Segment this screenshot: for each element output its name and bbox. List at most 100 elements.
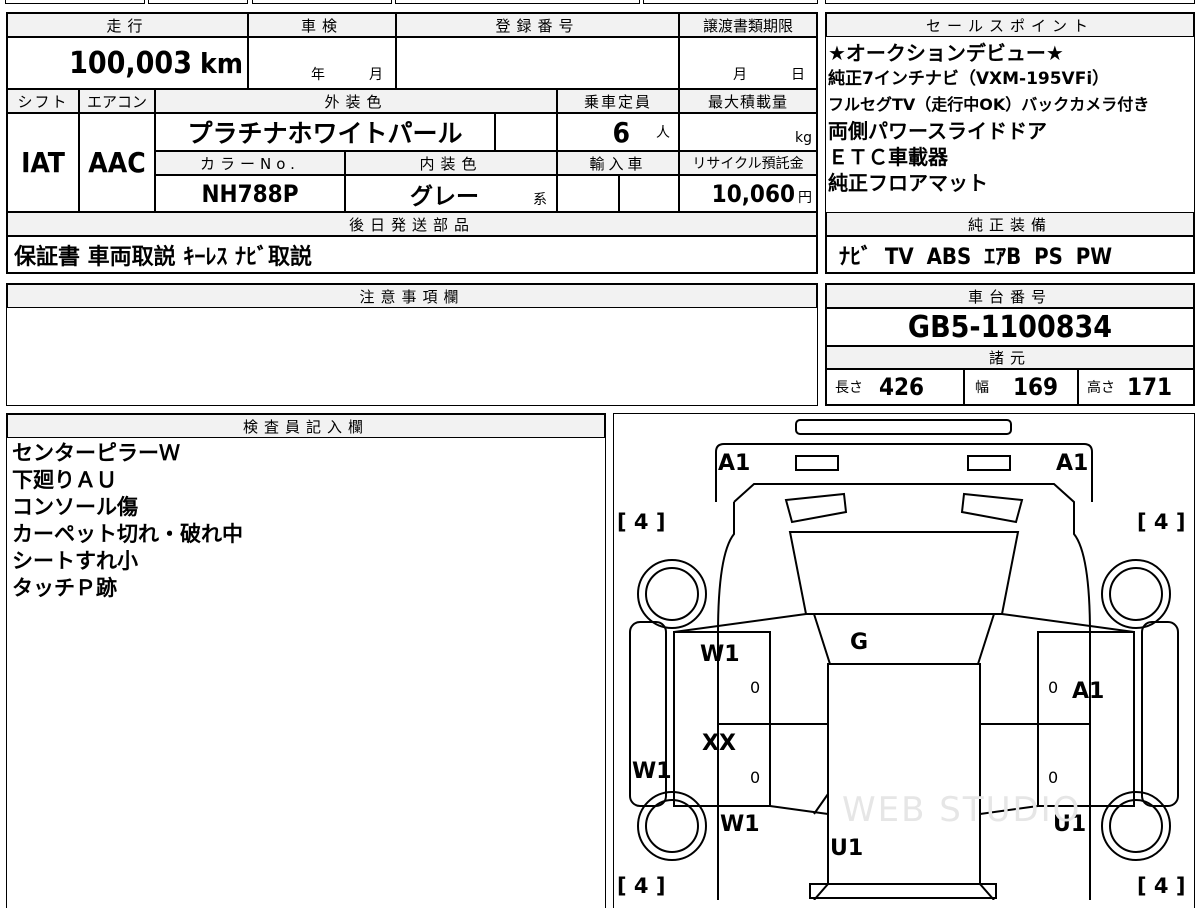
height-value: 171 — [1127, 373, 1173, 401]
inspector-header: 検査員記入欄 — [7, 414, 605, 438]
right-rear-door-zero: 0 — [1048, 768, 1059, 787]
sales-points-list: ★オークションデビュー★ 純正7インチナビ（VXM-195VFi） フルセグTV… — [828, 40, 1192, 212]
tire-rr-label: [ 4 ] — [1137, 874, 1186, 898]
chassis-header: 車台番号 — [826, 284, 1194, 308]
registration-cell — [396, 37, 679, 89]
color-no-header: カラーNo. — [155, 151, 345, 175]
front-bumper-shape — [795, 419, 1012, 435]
height-cell: 高さ 171 — [1078, 369, 1194, 405]
length-cell: 長さ 426 — [826, 369, 964, 405]
right-front-door-zero: 0 — [1048, 678, 1059, 697]
left-rear-door-zero: 0 — [750, 768, 761, 787]
notes-header: 注意事項欄 — [7, 284, 817, 308]
left-wiper-shape — [784, 492, 848, 524]
rear-left-tire-shape — [637, 791, 707, 861]
mileage-cell: 100,003 km — [7, 37, 248, 89]
sales-points-header: セールスポイント — [826, 13, 1194, 37]
recycle-unit: 円 — [798, 189, 812, 206]
color-no-value: NH788P — [201, 179, 299, 208]
glass-damage-label: G — [850, 630, 869, 655]
rear-bumper-shape — [809, 883, 997, 899]
inspection-header: 車検 — [248, 13, 396, 37]
recycle-value: 10,060 — [711, 179, 795, 208]
max-load-cell: kg — [679, 113, 817, 151]
width-label: 幅 — [975, 380, 989, 396]
aircon-value: AAC — [88, 146, 146, 179]
length-value: 426 — [879, 373, 925, 401]
aircon-header: エアコン — [79, 89, 155, 113]
shift-header: シフト — [7, 89, 79, 113]
exterior-color-header: 外装色 — [155, 89, 557, 113]
length-label: 長さ — [835, 380, 863, 396]
left-front-door-label: W1 — [700, 642, 740, 667]
sales-point-item: ＥＴＣ車載器 — [828, 145, 948, 169]
deadline-day-unit: 日 — [791, 67, 805, 83]
interior-color-cell: グレー 系 — [345, 175, 557, 212]
aircon-cell: AAC — [79, 113, 155, 212]
inspection-cell: 年 月 — [248, 37, 396, 89]
rear-floor-label: U1 — [830, 836, 864, 861]
sales-point-item: 両側パワースライドドア — [828, 119, 1047, 143]
height-label: 高さ — [1087, 380, 1115, 396]
top-strip — [0, 0, 1200, 8]
watermark: WEB STUDIO — [842, 790, 1082, 830]
exterior-color-value: プラチナホワイトパール — [187, 119, 463, 148]
parts-later-header: 後日発送部品 — [7, 212, 817, 236]
transfer-deadline-header: 譲渡書類期限 — [679, 13, 817, 37]
parts-later-value: 保証書 車両取説 ｷｰﾚｽ ﾅﾋﾞ取説 — [14, 244, 312, 270]
right-side-skirt-shape — [1141, 621, 1179, 807]
tire-rl-value: 4 — [633, 874, 649, 898]
front-left-damage-label: A1 — [718, 451, 751, 476]
mileage-header: 走行 — [7, 13, 248, 37]
sales-point-item: 純正7インチナビ（VXM-195VFi） — [828, 69, 1110, 89]
inspector-notes-list: センターピラーＷ 下廻りＡＵ コンソール傷 カーペット切れ・破れ中 シートすれ小… — [12, 440, 602, 602]
glass-area-shape — [812, 613, 996, 665]
right-headlight-shape — [967, 455, 1011, 471]
registration-header: 登録番号 — [396, 13, 679, 37]
specs-header: 諸元 — [826, 346, 1194, 369]
import-header: 輸入車 — [557, 151, 679, 175]
mileage-value: 100,003 — [69, 45, 192, 81]
inspector-note: センターピラーＷ — [12, 441, 180, 465]
inspector-note: カーペット切れ・破れ中 — [12, 522, 243, 546]
left-headlight-shape — [795, 455, 839, 471]
front-right-tire-shape — [1101, 559, 1171, 629]
right-wiper-shape — [960, 492, 1024, 524]
inspector-note: コンソール傷 — [12, 495, 138, 519]
chassis-cell: GB5-1100834 — [826, 308, 1194, 346]
capacity-unit: 人 — [656, 125, 670, 141]
parts-later-cell: 保証書 車両取説 ｷｰﾚｽ ﾅﾋﾞ取説 — [7, 236, 817, 273]
width-cell: 幅 169 — [964, 369, 1078, 405]
tire-rl-label: [ 4 ] — [617, 874, 666, 898]
oem-equipment-cell: ﾅﾋﾞ TV ABS ｴｱB PS PW — [826, 236, 1194, 273]
import-cell-b — [619, 175, 679, 212]
inspector-note: タッチＰ跡 — [12, 576, 117, 600]
mileage-unit: km — [200, 46, 243, 80]
rear-right-tire-shape — [1101, 791, 1171, 861]
recycle-header: リサイクル預託金 — [679, 151, 817, 175]
oem-equipment-value: ﾅﾋﾞ TV ABS ｴｱB PS PW — [839, 244, 1113, 270]
front-right-damage-label: A1 — [1056, 451, 1089, 476]
import-cell-a — [557, 175, 619, 212]
exterior-color-cell: プラチナホワイトパール — [155, 113, 495, 151]
sales-point-item: 純正フロアマット — [828, 171, 988, 195]
inspection-year-unit: 年 — [311, 67, 325, 83]
transfer-deadline-cell: 月 日 — [679, 37, 817, 89]
color-no-cell: NH788P — [155, 175, 345, 212]
oem-equipment-header: 純正装備 — [826, 212, 1194, 236]
interior-color-value: グレー — [410, 183, 479, 210]
chassis-value: GB5-1100834 — [907, 309, 1113, 345]
interior-color-suffix: 系 — [533, 191, 547, 208]
max-load-header: 最大積載量 — [679, 89, 817, 113]
left-rear-door-label: XX — [702, 731, 736, 756]
front-left-tire-shape — [637, 559, 707, 629]
deadline-month-unit: 月 — [733, 67, 747, 83]
inspector-note: 下廻りＡＵ — [12, 468, 117, 492]
capacity-header: 乗車定員 — [557, 89, 679, 113]
sales-point-item: フルセグTV（走行中OK）バックカメラ付き — [828, 95, 1150, 114]
inspection-month-unit: 月 — [369, 67, 383, 83]
exterior-color-extra — [495, 113, 557, 151]
tire-fl-label: [ 4 ] — [617, 510, 666, 534]
left-front-door-zero: 0 — [750, 678, 761, 697]
tire-fr-label: [ 4 ] — [1137, 510, 1186, 534]
